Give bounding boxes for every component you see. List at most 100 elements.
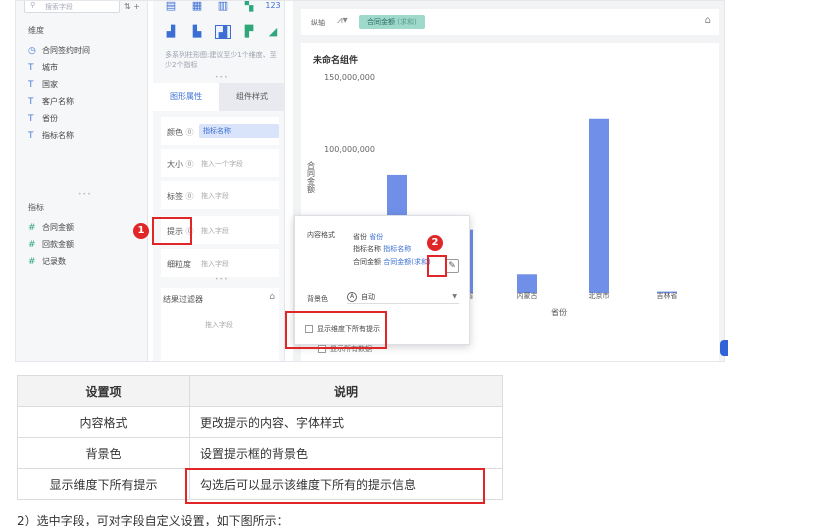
prop-label: 标签 ⓪ — [167, 191, 194, 202]
chart-type-table-icon[interactable]: ▤ — [163, 1, 179, 13]
y-axis-title: 合同金额 — [307, 160, 316, 194]
table-cell-description: 设置提示框的背景色 — [189, 437, 503, 469]
dimension-field-label: 指标名称 — [42, 131, 74, 140]
result-filter: 结果过滤器 ⌂ 拖入字段 — [161, 288, 279, 361]
help-bubble[interactable] — [720, 340, 728, 356]
bg-color-select[interactable]: A 自动 ▼ — [347, 290, 459, 304]
page: ⚲ 搜索字段 ⇅ + 维度 ◷ 合同签约时间 T 城市 T 国家 T 客户名称 T 省份 T 指标名称… — [0, 0, 820, 526]
search-placeholder: 搜索字段 — [45, 3, 73, 11]
field-panel: ⚲ 搜索字段 ⇅ + 维度 ◷ 合同签约时间 T 城市 T 国家 T 客户名称 T 省份 T 指标名称… — [16, 1, 148, 361]
x-tick-label: 北京市 — [589, 291, 610, 300]
chart-type-grid-icon[interactable]: ▥ — [215, 1, 231, 13]
tab-component-style[interactable]: 组件样式 — [219, 83, 285, 111]
measure-field-label: 记录数 — [42, 257, 66, 266]
pill-text: 合同金额 — [367, 18, 395, 26]
panel-resize-handle[interactable]: ••• — [78, 191, 92, 198]
help-icon: ⓪ — [185, 160, 194, 169]
chevron-down-icon: ▼ — [452, 293, 457, 300]
y-tick-label: 150,000,000 — [324, 73, 375, 82]
prop-dropzone[interactable]: 拖入字段 — [201, 259, 229, 269]
help-icon: ⓪ — [185, 192, 194, 201]
prop-row[interactable]: 大小 ⓪ 拖入一个字段 — [161, 149, 279, 177]
table-cell-setting: 内容格式 — [17, 406, 190, 438]
add-field-icon[interactable]: + — [133, 2, 140, 11]
measure-title: 指标 — [28, 203, 44, 212]
text-icon: T — [28, 97, 34, 107]
bar-3 — [589, 118, 609, 293]
result-filter-dropzone[interactable]: 拖入字段 — [205, 320, 233, 330]
x-tick-label: 吉林省 — [657, 291, 678, 300]
footer-text: 2）选中字段，可对字段自定义设置，如下图所示： — [17, 514, 289, 526]
lock-icon[interactable]: ⌂ — [269, 292, 275, 302]
prop-label: 细粒度 — [167, 259, 191, 270]
chart-type-number-icon[interactable]: 123 — [265, 1, 281, 13]
prop-dropzone[interactable]: 拖入一个字段 — [201, 159, 243, 169]
text-icon: T — [28, 80, 34, 90]
dimension-field[interactable]: T 国家 — [28, 79, 58, 90]
tab-graphic-properties[interactable]: 图形属性 — [153, 83, 219, 111]
chart-style-icon[interactable]: ⩘▾ — [337, 15, 348, 26]
prop-label-text: 大小 — [167, 160, 183, 169]
popup-line-1-key: 省份 — [353, 233, 367, 241]
table-row: 背景色 设置提示框的背景色 — [17, 437, 503, 469]
config-tabs: 图形属性 组件样式 — [153, 83, 285, 111]
chart-type-treemap-icon[interactable]: ▚ — [241, 1, 257, 13]
clock-icon: ◷ — [28, 46, 36, 56]
popup-line-2: 指标名称 指标名称 — [353, 244, 411, 254]
table-row: 内容格式 更改提示的内容、字体样式 — [17, 406, 503, 438]
chart-type-column-icon[interactable]: ▙ — [189, 25, 205, 39]
y-axis-label: 纵轴 — [311, 19, 325, 27]
chart-type-stacked-icon[interactable]: ▛ — [241, 25, 257, 39]
popup-line-1-val: 省份 — [369, 233, 384, 241]
prop-row[interactable]: 细粒度 拖入字段 — [161, 249, 279, 277]
dimension-field[interactable]: ◷ 合同签约时间 — [28, 45, 90, 56]
measure-field[interactable]: # 记录数 — [28, 256, 66, 267]
text-icon: T — [28, 114, 34, 124]
edit-content-icon[interactable]: ✎ — [445, 259, 459, 273]
measure-field[interactable]: # 合同金额 — [28, 222, 74, 233]
hash-icon: # — [28, 257, 36, 267]
prop-dropzone[interactable]: 拖入字段 — [201, 226, 229, 236]
dimension-field[interactable]: T 客户名称 — [28, 96, 74, 107]
text-icon: T — [28, 131, 34, 141]
bg-color-label: 背景色 — [307, 295, 328, 303]
prop-row[interactable]: 标签 ⓪ 拖入字段 — [161, 181, 279, 209]
help-icon: ⓪ — [185, 128, 194, 137]
search-icon: ⚲ — [30, 1, 36, 9]
prop-dropzone[interactable]: 指标名称 — [199, 124, 279, 138]
auto-color-icon: A — [347, 292, 357, 302]
dimension-field-label: 客户名称 — [42, 97, 74, 106]
y-axis-bar: 纵轴 ⩘▾ 合同金额 (求和) ⌂ — [301, 9, 719, 35]
chart-type-multi-bar-icon[interactable]: ▟ — [215, 25, 231, 39]
y-axis-field-pill[interactable]: 合同金额 (求和) — [359, 15, 425, 29]
dimension-title: 维度 — [28, 26, 44, 35]
table-header-description: 说明 — [189, 375, 503, 407]
dimension-field[interactable]: T 城市 — [28, 62, 58, 73]
table-header-row: 设置项 说明 — [17, 375, 503, 407]
measure-field[interactable]: # 回款金额 — [28, 239, 74, 250]
chart-type-area-icon[interactable]: ◢ — [265, 25, 281, 39]
field-toolbar: ⇅ + — [124, 2, 140, 11]
screenshot-frame: ⚲ 搜索字段 ⇅ + 维度 ◷ 合同签约时间 T 城市 T 国家 T 客户名称 T 省份 T 指标名称… — [15, 0, 725, 362]
x-tick-label: 内蒙古 — [517, 291, 538, 300]
prop-resize-handle[interactable]: ••• — [215, 276, 229, 283]
dimension-field-label: 国家 — [42, 80, 58, 89]
y-tick-label: 100,000,000 — [324, 145, 375, 154]
sort-icon[interactable]: ⇅ — [124, 2, 131, 11]
prop-label-text: 细粒度 — [167, 260, 191, 269]
dimension-field[interactable]: T 省份 — [28, 113, 58, 124]
popup-line-3-key: 合同金额 — [353, 258, 381, 266]
prop-label: 大小 ⓪ — [167, 159, 194, 170]
config-resize-handle[interactable]: ••• — [215, 74, 229, 81]
table-cell-setting: 显示维度下所有提示 — [17, 468, 190, 500]
prop-dropzone[interactable]: 拖入字段 — [201, 191, 229, 201]
highlight-show-all-tips — [285, 311, 387, 349]
chart-type-crosstab-icon[interactable]: ▦ — [189, 1, 205, 13]
config-panel: ▤ ▦ ▥ ▚ 123 ▟ ▙ ▟ ▛ ◢ 多系列柱形图:建议至少1个维度、至少… — [153, 1, 285, 361]
search-input[interactable]: ⚲ 搜索字段 — [24, 1, 120, 13]
dimension-field[interactable]: T 指标名称 — [28, 130, 74, 141]
prop-label-text: 标签 — [167, 192, 183, 201]
prop-row[interactable]: 颜色 ⓪ 指标名称 — [161, 117, 279, 145]
axis-lock-icon[interactable]: ⌂ — [705, 15, 711, 26]
chart-type-bar-icon[interactable]: ▟ — [163, 25, 179, 39]
